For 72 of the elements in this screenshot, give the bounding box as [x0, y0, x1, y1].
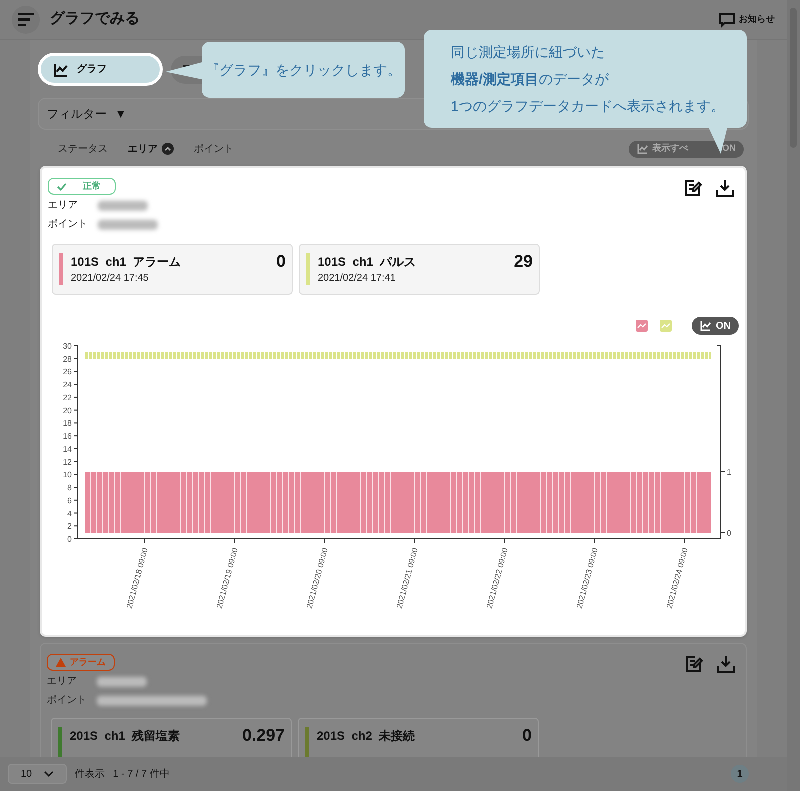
y-tick-label: 0 [727, 529, 732, 538]
y-tick-label: 12 [63, 458, 72, 467]
sensor-name: 101S_ch1_パルス [318, 254, 418, 271]
warning-icon [56, 658, 66, 668]
sensor-value: 29 [514, 253, 533, 270]
sensor-card[interactable]: 101S_ch1_アラーム 2021/02/24 17:45 0 [52, 244, 293, 295]
chart-icon [53, 62, 69, 78]
y-tick-label: 22 [63, 393, 72, 402]
status-badge: 正常 [48, 178, 116, 195]
page-size-select[interactable]: 10 [8, 764, 68, 784]
y-tick-label: 2 [68, 522, 72, 532]
message-icon[interactable] [719, 12, 735, 28]
sensor-time: 2021/02/24 17:41 [318, 272, 397, 286]
y-tick-label: 4 [68, 509, 72, 518]
area-label: エリア [47, 675, 78, 689]
y-tick-label: 28 [63, 354, 72, 364]
blurred-text [97, 676, 147, 686]
edit-note-icon[interactable] [683, 178, 703, 198]
graph-tab[interactable]: グラフ [38, 53, 163, 86]
sort-option[interactable]: ステータス [58, 142, 108, 156]
area-label: エリア [48, 199, 79, 213]
sensor-value: 0 [276, 253, 286, 270]
y-tick-label: 1 [727, 468, 732, 477]
sensor-card[interactable]: 101S_ch1_パルス 2021/02/24 17:41 29 [299, 244, 540, 295]
y-tick-label: 10 [63, 470, 72, 480]
callout-text: 同じ測定場所に紐づいた [451, 42, 606, 62]
y-tick-label: 0 [68, 535, 72, 544]
menu-icon[interactable] [18, 12, 34, 26]
notice-link[interactable]: お知らせ [739, 12, 775, 26]
sort-option[interactable]: ポイント [194, 142, 234, 156]
y-tick-label: 20 [63, 406, 72, 416]
sensor-card[interactable]: 201S_ch1_残留塩素 0.297 [51, 718, 292, 757]
range-text: 1 - 7 / 7 件中 [113, 768, 170, 782]
show-all-button[interactable]: 表示すべ ON [628, 140, 744, 158]
sensor-name: 101S_ch1_アラーム [71, 254, 182, 271]
sensor-name: 201S_ch2_未接続 [317, 728, 416, 745]
page-button[interactable]: 1 [731, 765, 749, 783]
page-title: グラフでみる [50, 9, 140, 30]
sensor-name: 201S_ch1_残留塩素 [70, 728, 182, 745]
y-tick-label: 6 [68, 496, 72, 506]
point-label: ポイント [47, 694, 88, 708]
check-icon [57, 182, 67, 192]
blurred-text [98, 220, 158, 230]
y-tick-label: 18 [63, 419, 72, 428]
y-tick-label: 30 [63, 342, 72, 351]
sensor-card[interactable]: 201S_ch2_未接続 0 [298, 718, 539, 757]
y-tick-label: 16 [63, 432, 72, 442]
y-tick-label: 24 [63, 380, 72, 390]
sensor-value: 0.297 [242, 727, 285, 744]
chevron-down-icon [44, 771, 54, 777]
page-size-label: 件表示 [75, 768, 106, 782]
sort-option[interactable]: エリア [128, 142, 174, 156]
callout-text: 1つのグラフデータカードへ表示されます。 [451, 96, 726, 116]
download-icon[interactable] [715, 178, 735, 198]
callout-text: 機器/測定項目のデータが [451, 70, 610, 88]
blurred-text [98, 200, 148, 210]
sensor-time: 2021/02/24 17:45 [71, 272, 150, 286]
legend-swatch[interactable] [660, 320, 672, 332]
legend-swatch[interactable] [636, 320, 648, 332]
y-tick-label: 14 [63, 444, 72, 454]
status-badge: アラーム [47, 654, 115, 671]
dropdown-arrow: ▼ [115, 106, 127, 123]
point-label: ポイント [48, 218, 89, 232]
y-tick-label: 8 [68, 484, 72, 493]
callout-text: 『グラフ』をクリックします。 [206, 60, 402, 80]
scrollbar[interactable] [787, 0, 800, 791]
chart-icon [700, 320, 712, 332]
sensor-value: 0 [522, 727, 532, 744]
chevron-up-icon [162, 143, 174, 155]
chart-icon [636, 143, 648, 155]
y-tick-label: 26 [63, 368, 72, 377]
graph-toggle[interactable]: ON [692, 317, 739, 335]
